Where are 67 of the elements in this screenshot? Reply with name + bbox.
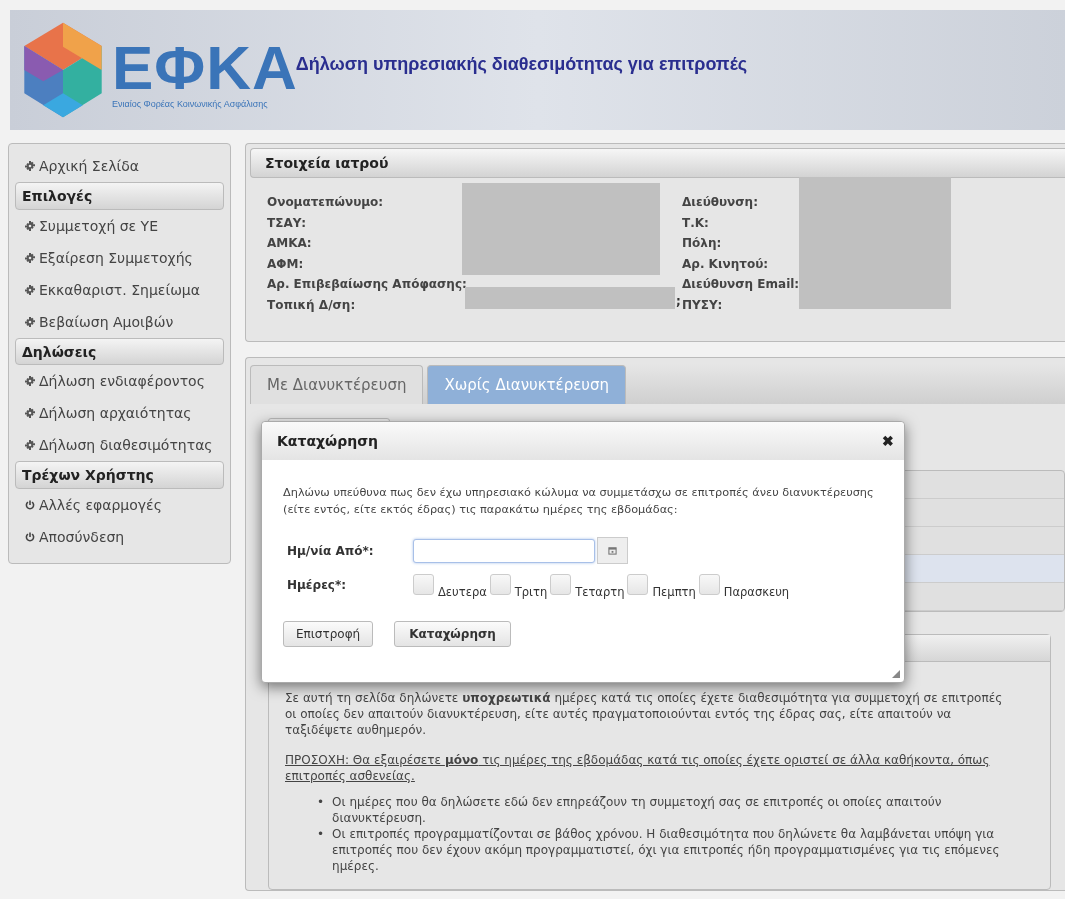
gear-icon [25, 408, 35, 419]
calendar-button[interactable] [597, 537, 628, 564]
gear-icon [25, 376, 35, 387]
field-label: Αρ. Κινητού: [682, 256, 769, 271]
sidebar-link[interactable]: Συμμετοχή σε ΥΕ [15, 209, 224, 242]
field-label: ΑΦΜ: [267, 256, 304, 271]
field-label: Πόλη: [682, 236, 722, 250]
gear-icon [25, 284, 35, 295]
bullet-text: Οι επιτροπές προγραμματίζονται σε βάθος χρόνου. Η διαθεσιμότητα που δηλώνετε θα λαμβάνεται υπόψη για επιτροπές που δεν έχουν ακόμη προγραμματιστεί, όχι για επιτροπές ήδη προγραμματισμένες για τις επόμενες ημέρες. [332, 826, 1001, 874]
checkbox[interactable] [627, 574, 649, 595]
field-label: Αρ. Επιβεβαίωσης Απόφασης: [267, 277, 467, 291]
field-label: Διεύθυνση Email: [682, 277, 800, 291]
sidebar-section-header: Δηλώσεις [15, 337, 224, 366]
page-title: Δήλωση υπηρεσιακής διαθεσιμότητας για επιτροπές [295, 53, 748, 75]
power-icon [25, 532, 35, 543]
panel-title: Στοιχεία ιατρού [250, 148, 1065, 178]
field-label: ΑΜΚΑ: [267, 236, 312, 250]
sidebar-link[interactable]: Δήλωση διαθεσιμότητας [15, 429, 224, 462]
dialog-title: Καταχώρηση [277, 433, 379, 449]
date-input[interactable] [413, 538, 595, 563]
dialog-message: Δηλώνω υπεύθυνα πως δεν έχω υπηρεσιακό κώλυμα να συμμετάσχω σε επιτροπές άνευ διανυκτέρευσης (είτε εντός, είτε εκτός έδρας) τις παρακάτω ημέρες της εβδομάδας: [283, 485, 875, 518]
resize-grip-icon [892, 670, 900, 678]
power-icon [25, 500, 35, 511]
gear-icon [25, 252, 35, 263]
checkbox-label: Τριτη [514, 585, 548, 599]
checkbox-label: Πεμπτη [652, 585, 696, 599]
days-label: Ημέρες*: [286, 577, 347, 592]
tab[interactable]: Με Διανυκτέρευση [250, 365, 424, 404]
checkbox-label: Δευτερα [438, 585, 487, 599]
sidebar-section-header: Τρέχων Χρήστης [15, 461, 224, 490]
checkbox[interactable] [489, 574, 511, 595]
checkbox-label: Τεταρτη [575, 585, 625, 599]
gear-icon [25, 160, 35, 171]
checkbox[interactable] [698, 574, 720, 595]
logo-subtitle: Ενιαίος Φορέας Κοινωνικής Ασφάλισης [112, 99, 269, 109]
sidebar-link[interactable]: Δήλωση ενδιαφέροντος [15, 365, 224, 398]
warning-text: ΠΡΟΣΟΧΗ: Θα εξαιρέσετε μόνο τις ημέρες της εβδομάδας κατά τις οποίες έχετε οριστεί σε άλλα καθήκοντα, όπως επιτροπές ασθενείας. [285, 752, 991, 784]
close-button[interactable]: ✖ [882, 433, 894, 449]
bullet-marker: • [317, 794, 325, 811]
bullet-marker: • [317, 826, 325, 843]
sidebar-link[interactable]: Εκκαθαριστ. Σημείωμα [15, 273, 224, 306]
gear-icon [25, 316, 35, 327]
date-label: Ημ/νία Από*: [286, 543, 375, 558]
sidebar-link[interactable]: Βεβαίωση Αμοιβών [15, 305, 224, 338]
checkbox-label: Παρασκευη [723, 585, 790, 599]
sidebar-link[interactable]: Αποσύνδεση [15, 521, 224, 554]
field-label: Διεύθυνση: [682, 195, 758, 209]
sidebar-link[interactable]: Εξαίρεση Συμμετοχής [15, 241, 224, 274]
field-label: Ονοματεπώνυμο: [267, 195, 384, 209]
field-label: Τοπική Δ/ση: [267, 297, 356, 312]
checkbox[interactable] [550, 574, 572, 595]
field-label: Τ.Κ: [682, 215, 709, 230]
field-label: ΤΣΑΥ: [267, 215, 307, 230]
dialog-button[interactable]: Επιστροφή [283, 621, 374, 647]
field-label: ΠΥΣΥ: [682, 297, 723, 312]
gear-icon [25, 440, 35, 451]
checkbox[interactable] [413, 574, 434, 595]
calendar-icon [608, 546, 617, 555]
gear-icon [25, 220, 35, 231]
separator-text: ; [676, 293, 681, 308]
info-paragraph: Σε αυτή τη σελίδα δηλώνετε υποχρεωτικά ημέρες κατά τις οποίες έχετε διαθεσιμότητα για συμμετοχή σε επιτροπές οι οποίες δεν απαιτούν διανυκτέρευση, είτε αυτές πραγματοποιούνται εντός της έδρας σας, είτε απαιτούν να ταξιδέψετε αυθημερόν. [285, 690, 1004, 738]
sidebar-link[interactable]: Αρχική Σελίδα [15, 150, 224, 182]
sidebar-link[interactable]: Δήλωση αρχαιότητας [15, 397, 224, 430]
bullet-text: Οι ημέρες που θα δηλώσετε εδώ δεν επηρεάζουν τη συμμετοχή σας σε επιτροπές οι οποίες απαιτούν διανυκτέρευση. [332, 794, 943, 826]
sidebar-section-header: Επιλογές [15, 181, 224, 210]
sidebar-link[interactable]: Αλλές εφαρμογές [15, 489, 224, 522]
dialog-button[interactable]: Καταχώρηση [394, 621, 511, 647]
